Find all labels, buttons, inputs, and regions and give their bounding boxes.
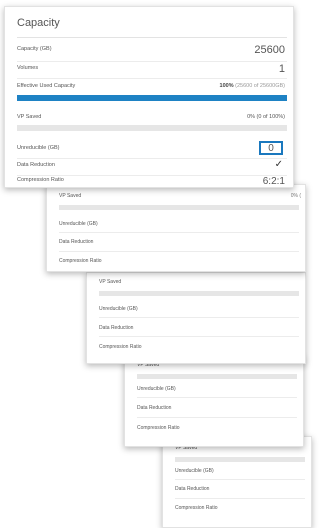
compression-row: Compression Ratio: [137, 425, 297, 435]
volumes-row: Volumes 1: [17, 63, 287, 77]
vp-saved-row: VP Saved 0% (0 of 100%): [17, 112, 287, 126]
compression-label: Compression Ratio: [17, 177, 64, 183]
checkmark-icon: ✓: [274, 159, 283, 170]
data-reduction-label: Data Reduction: [59, 239, 94, 245]
compression-row: Compression Ratio: [175, 505, 305, 515]
unreducible-value: 0: [268, 143, 274, 154]
vp-saved-label: VP Saved: [59, 193, 82, 199]
divider: [175, 498, 305, 499]
stacked-card-1: VP Saved 0% ( Unreducible (GB) Data Redu…: [46, 184, 306, 272]
effective-used-percent: 100%: [219, 83, 234, 89]
effective-used-value: 100% (25600 of 25600GB): [220, 83, 285, 89]
unreducible-row: Unreducible (GB): [59, 221, 299, 231]
vp-saved-bar: [137, 374, 297, 379]
data-reduction-label: Data Reduction: [17, 162, 55, 168]
compression-row: Compression Ratio: [59, 258, 299, 268]
card-title: Capacity: [17, 17, 60, 29]
unreducible-label: Unreducible (GB): [175, 468, 214, 474]
unreducible-row: Unreducible (GB) 0: [17, 141, 287, 157]
effective-used-label: Effective Used Capacity: [17, 83, 76, 89]
data-reduction-label: Data Reduction: [99, 325, 134, 331]
compression-row: Compression Ratio 6:2:1: [17, 175, 287, 187]
unreducible-value-highlight[interactable]: 0: [259, 141, 283, 155]
unreducible-label: Unreducible (GB): [59, 221, 98, 227]
stacked-card-2: VP Saved Unreducible (GB) Data Reduction…: [86, 272, 306, 364]
vp-saved-row: VP Saved 0% (: [59, 193, 301, 203]
effective-used-detail: (25600 of 25600GB): [235, 83, 285, 89]
vp-saved-bar: [99, 291, 299, 296]
vp-saved-bar: [17, 125, 287, 131]
vp-saved-bar: [59, 205, 299, 210]
unreducible-label: Unreducible (GB): [137, 386, 176, 392]
data-reduction-label: Data Reduction: [175, 486, 210, 492]
volumes-label: Volumes: [17, 65, 39, 71]
divider: [17, 61, 287, 62]
compression-value: 6:2:1: [262, 176, 285, 187]
capacity-label: Capacity (GB): [17, 46, 52, 52]
divider: [17, 78, 287, 79]
divider: [137, 397, 297, 398]
compression-label: Compression Ratio: [99, 344, 142, 350]
vp-saved-value: 0% (0 of 100%): [247, 114, 285, 120]
data-reduction-row: Data Reduction ✓: [17, 159, 287, 174]
capacity-card: Capacity Capacity (GB) 25600 Volumes 1 E…: [4, 6, 294, 188]
title-divider: [17, 37, 287, 38]
effective-used-bar: [17, 95, 287, 101]
vp-saved-label: VP Saved: [99, 279, 122, 285]
unreducible-row: Unreducible (GB): [99, 306, 299, 316]
data-reduction-label: Data Reduction: [137, 405, 172, 411]
compression-label: Compression Ratio: [175, 505, 218, 511]
unreducible-row: Unreducible (GB): [175, 468, 305, 478]
compression-label: Compression Ratio: [59, 258, 102, 264]
divider: [59, 232, 299, 233]
data-reduction-row: Data Reduction: [99, 325, 299, 335]
vp-saved-bar: [175, 457, 305, 462]
divider: [137, 417, 297, 418]
unreducible-label: Unreducible (GB): [99, 306, 138, 312]
vp-saved-label: VP Saved: [17, 114, 42, 120]
data-reduction-row: Data Reduction: [175, 486, 305, 496]
capacity-row: Capacity (GB) 25600: [17, 44, 287, 58]
data-reduction-row: Data Reduction: [59, 239, 299, 249]
divider: [99, 317, 299, 318]
effective-used-row: Effective Used Capacity 100% (25600 of 2…: [17, 81, 287, 95]
stacked-card-4: VP Saved Unreducible (GB) Data Reduction…: [162, 436, 312, 528]
compression-label: Compression Ratio: [137, 425, 180, 431]
divider: [175, 479, 305, 480]
vp-saved-row: VP Saved: [99, 279, 299, 289]
divider: [59, 251, 299, 252]
divider: [17, 158, 287, 159]
divider: [99, 336, 299, 337]
capacity-value: 25600: [254, 44, 285, 56]
unreducible-row: Unreducible (GB): [137, 386, 297, 396]
unreducible-label: Unreducible (GB): [17, 145, 60, 151]
compression-row: Compression Ratio: [99, 344, 299, 354]
vp-saved-value: 0% (: [290, 193, 301, 199]
volumes-value: 1: [278, 63, 285, 75]
stacked-card-3: VP Saved Unreducible (GB) Data Reduction…: [124, 355, 304, 447]
data-reduction-row: Data Reduction: [137, 405, 297, 415]
effective-used-bar-fill: [17, 95, 287, 101]
